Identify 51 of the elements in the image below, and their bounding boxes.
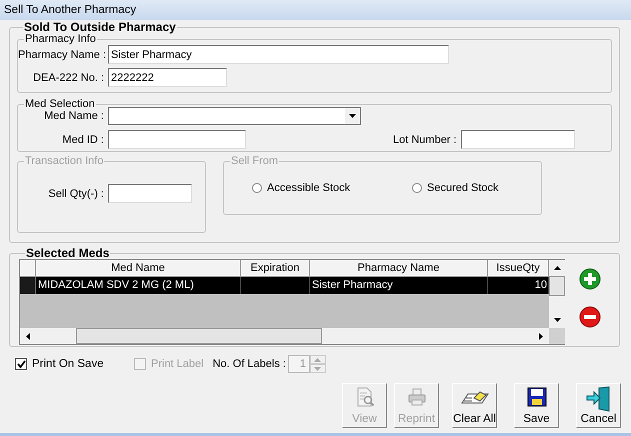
add-icon[interactable] xyxy=(579,268,601,290)
column-header[interactable]: Med Name xyxy=(36,260,241,277)
clear-button[interactable]: Clear All xyxy=(452,383,497,428)
down-arrow-icon[interactable] xyxy=(554,318,560,322)
dea-number-field[interactable]: 2222222 xyxy=(108,68,227,87)
up-arrow-icon[interactable] xyxy=(554,266,560,270)
group-title: Pharmacy Info xyxy=(24,33,97,45)
printer-icon xyxy=(406,386,428,408)
group-title: Sold To Outside Pharmacy xyxy=(23,21,177,33)
field-label: DEA-222 No. : xyxy=(32,72,104,84)
column-header[interactable]: IssueQty xyxy=(488,260,549,277)
group-title: Selected Meds xyxy=(25,247,110,259)
stock-radio-button[interactable]: Accessible Stock xyxy=(252,182,412,194)
table-cell: MIDAZOLAM SDV 2 MG (2 ML) xyxy=(38,279,194,291)
field-label: Pharmacy Name : xyxy=(18,48,104,60)
field-label: Lot Number : xyxy=(393,134,457,146)
remove-icon[interactable] xyxy=(579,306,601,328)
cancel-button[interactable]: Cancel xyxy=(576,383,621,428)
header-corner[interactable] xyxy=(20,260,36,277)
vertical-scrollbar[interactable] xyxy=(549,260,565,344)
horizontal-scrollbar[interactable] xyxy=(20,328,549,344)
save-button[interactable]: Save xyxy=(514,383,559,428)
field-label: Med ID : xyxy=(61,134,104,146)
column-header[interactable]: Pharmacy Name xyxy=(310,260,488,277)
field-label: Sell Qty(-) : xyxy=(47,188,104,200)
row-header[interactable] xyxy=(20,277,36,294)
table-row[interactable]: MIDAZOLAM SDV 2 MG (2 ML) Sister Pharmacy 10 xyxy=(20,277,549,294)
checkmark-icon xyxy=(16,360,26,368)
scroll-thumb[interactable] xyxy=(76,328,322,344)
right-arrow-icon[interactable] xyxy=(539,332,543,340)
med-id-field[interactable] xyxy=(108,130,246,149)
sell-qty-field[interactable] xyxy=(108,184,192,203)
caret-icon xyxy=(345,108,360,124)
table-cell: 10 xyxy=(534,279,547,291)
lot-number-field[interactable] xyxy=(460,130,575,149)
med-name-dropdown[interactable] xyxy=(108,107,361,125)
print-on-save-checkbox[interactable]: Print On Save xyxy=(15,358,134,370)
table-cell: Sister Pharmacy xyxy=(312,279,393,291)
group-title: Med Selection xyxy=(24,98,96,110)
column-header[interactable]: Expiration xyxy=(241,260,310,277)
group-title: Sell From xyxy=(230,155,280,167)
exit-door-icon xyxy=(584,386,612,412)
window-title: Sell To Another Pharmacy xyxy=(4,4,136,16)
left-arrow-icon[interactable] xyxy=(26,332,30,340)
field-label: Med Name : xyxy=(43,110,104,122)
pharmacy-name-field[interactable]: Sister Pharmacy xyxy=(108,45,449,64)
stock-radio-button[interactable]: Secured Stock xyxy=(412,182,499,194)
group-title: Transaction Info xyxy=(24,155,104,167)
field-label: No. Of Labels : xyxy=(212,358,286,370)
scroll-thumb[interactable] xyxy=(549,276,565,296)
scrollbar-corner xyxy=(549,328,565,344)
